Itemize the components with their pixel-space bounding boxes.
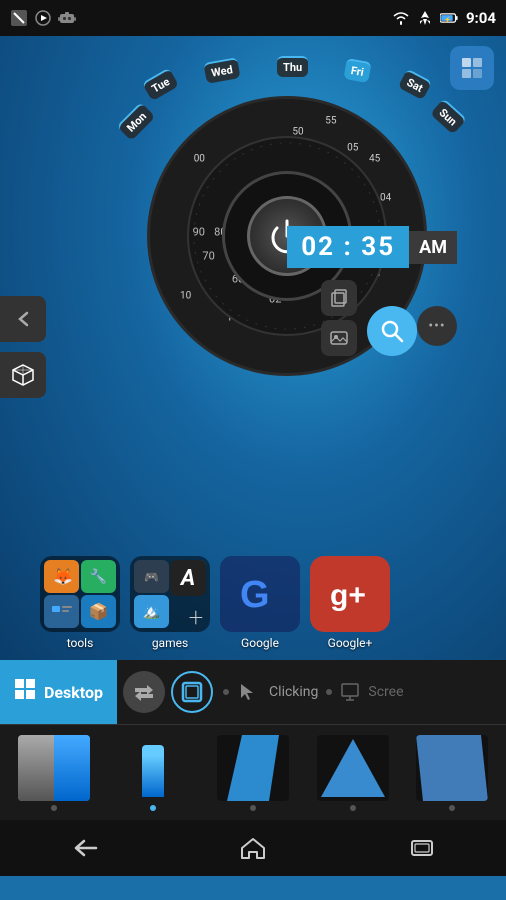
tools-folder-grid: 🦊 🔧 📦 bbox=[40, 556, 120, 632]
box3d-button[interactable] bbox=[0, 352, 46, 398]
taskbar-right-labels: Clicking Scree bbox=[223, 680, 403, 704]
googleplus-folder[interactable]: g+ Google+ bbox=[310, 556, 390, 650]
main-content: Mon Tue Wed Thu Fri Sat Sun 50 55 05 45 … bbox=[0, 36, 506, 660]
thumb-preview-3 bbox=[217, 735, 289, 801]
blueprint-icon[interactable] bbox=[450, 46, 494, 90]
google-icon: G bbox=[220, 556, 300, 632]
googleplus-label: Google+ bbox=[328, 636, 373, 650]
thumb-preview-1 bbox=[18, 735, 90, 801]
clicking-label: Clicking bbox=[269, 684, 318, 700]
clock-container: Mon Tue Wed Thu Fri Sat Sun 50 55 05 45 … bbox=[117, 56, 457, 436]
plus-overlay[interactable]: + bbox=[182, 604, 210, 632]
more-button[interactable]: ••• bbox=[417, 306, 457, 346]
time-value: 02 : 35 bbox=[287, 226, 409, 268]
tools-folder[interactable]: 🦊 🔧 📦 tools bbox=[40, 556, 120, 650]
day-wed[interactable]: Wed bbox=[203, 57, 240, 84]
taskbar: Desktop Clicking Scree bbox=[0, 660, 506, 724]
thumb-4[interactable] bbox=[317, 735, 389, 811]
status-icons-left bbox=[10, 9, 76, 27]
notification-icon bbox=[10, 9, 28, 27]
svg-text:g+: g+ bbox=[330, 579, 366, 612]
desktop-label: Desktop bbox=[44, 683, 103, 702]
thumb-dot-1 bbox=[51, 805, 57, 811]
status-bar: ⚡ 9:04 bbox=[0, 0, 506, 36]
app-icon-2: 🔧 bbox=[81, 560, 116, 593]
time-ampm: AM bbox=[409, 231, 457, 264]
image-button[interactable] bbox=[321, 320, 357, 356]
home-nav-button[interactable] bbox=[223, 828, 283, 868]
google-label: Google bbox=[241, 636, 279, 650]
thumb-dot-4 bbox=[350, 805, 356, 811]
screen-select-button[interactable] bbox=[171, 671, 213, 713]
svg-text:G: G bbox=[240, 574, 270, 616]
status-icons-right: ⚡ 9:04 bbox=[392, 9, 496, 27]
thumb-dot-2 bbox=[150, 805, 156, 811]
googleplus-icon: g+ bbox=[310, 556, 390, 632]
app-icon-4: 📦 bbox=[81, 595, 116, 628]
thumb-dot-3 bbox=[250, 805, 256, 811]
day-fri[interactable]: Fri bbox=[343, 58, 371, 83]
thumb-2[interactable] bbox=[117, 735, 189, 811]
dot-2 bbox=[326, 689, 332, 695]
num-55: 55 bbox=[325, 115, 336, 126]
thumb-5[interactable] bbox=[416, 735, 488, 811]
screen-icon bbox=[340, 682, 360, 702]
recents-nav-button[interactable] bbox=[392, 828, 452, 868]
letter-a-overlay: A bbox=[170, 560, 206, 596]
nav-bar bbox=[0, 820, 506, 876]
cursor-icon bbox=[237, 680, 261, 704]
status-time: 9:04 bbox=[466, 9, 496, 27]
thumb-3[interactable] bbox=[217, 735, 289, 811]
search-button[interactable] bbox=[367, 306, 417, 356]
copy-button[interactable] bbox=[321, 280, 357, 316]
time-display: 02 : 35 AM bbox=[287, 226, 457, 268]
thumb-preview-4 bbox=[317, 735, 389, 801]
screen-label: Scree bbox=[368, 684, 403, 700]
game-icon-3: 🏔️ bbox=[134, 595, 169, 628]
play-icon bbox=[34, 9, 52, 27]
thumb-1[interactable] bbox=[18, 735, 90, 811]
thumbnail-strip bbox=[0, 724, 506, 820]
airplane-icon bbox=[416, 9, 434, 27]
svg-text:⚡: ⚡ bbox=[444, 15, 451, 23]
games-label: games bbox=[152, 636, 188, 650]
wifi-icon bbox=[392, 9, 410, 27]
tools-label: tools bbox=[67, 636, 94, 650]
windows-icon bbox=[14, 678, 36, 706]
thumb-dot-5 bbox=[449, 805, 455, 811]
day-thu[interactable]: Thu bbox=[277, 56, 308, 77]
svg-text:🦊: 🦊 bbox=[53, 567, 73, 586]
app-icon-1: 🦊 bbox=[44, 560, 79, 593]
google-folder[interactable]: G Google bbox=[220, 556, 300, 650]
robot-icon bbox=[58, 9, 76, 27]
dot-1 bbox=[223, 689, 229, 695]
back-nav-button[interactable] bbox=[54, 828, 114, 868]
shuffle-button[interactable] bbox=[123, 671, 165, 713]
thumb-preview-2 bbox=[117, 735, 189, 801]
app-icon-3 bbox=[44, 595, 79, 628]
day-sun[interactable]: Sun bbox=[430, 98, 467, 134]
thumb-preview-5 bbox=[416, 735, 488, 801]
battery-icon: ⚡ bbox=[440, 9, 458, 27]
taskbar-desktop[interactable]: Desktop bbox=[0, 660, 117, 724]
back-button[interactable] bbox=[0, 296, 46, 342]
app-folders: 🦊 🔧 📦 tools bbox=[40, 556, 390, 650]
games-folder[interactable]: 🎮 EA 🏔️ A bbox=[130, 556, 210, 650]
game-icon-1: 🎮 bbox=[134, 560, 169, 593]
